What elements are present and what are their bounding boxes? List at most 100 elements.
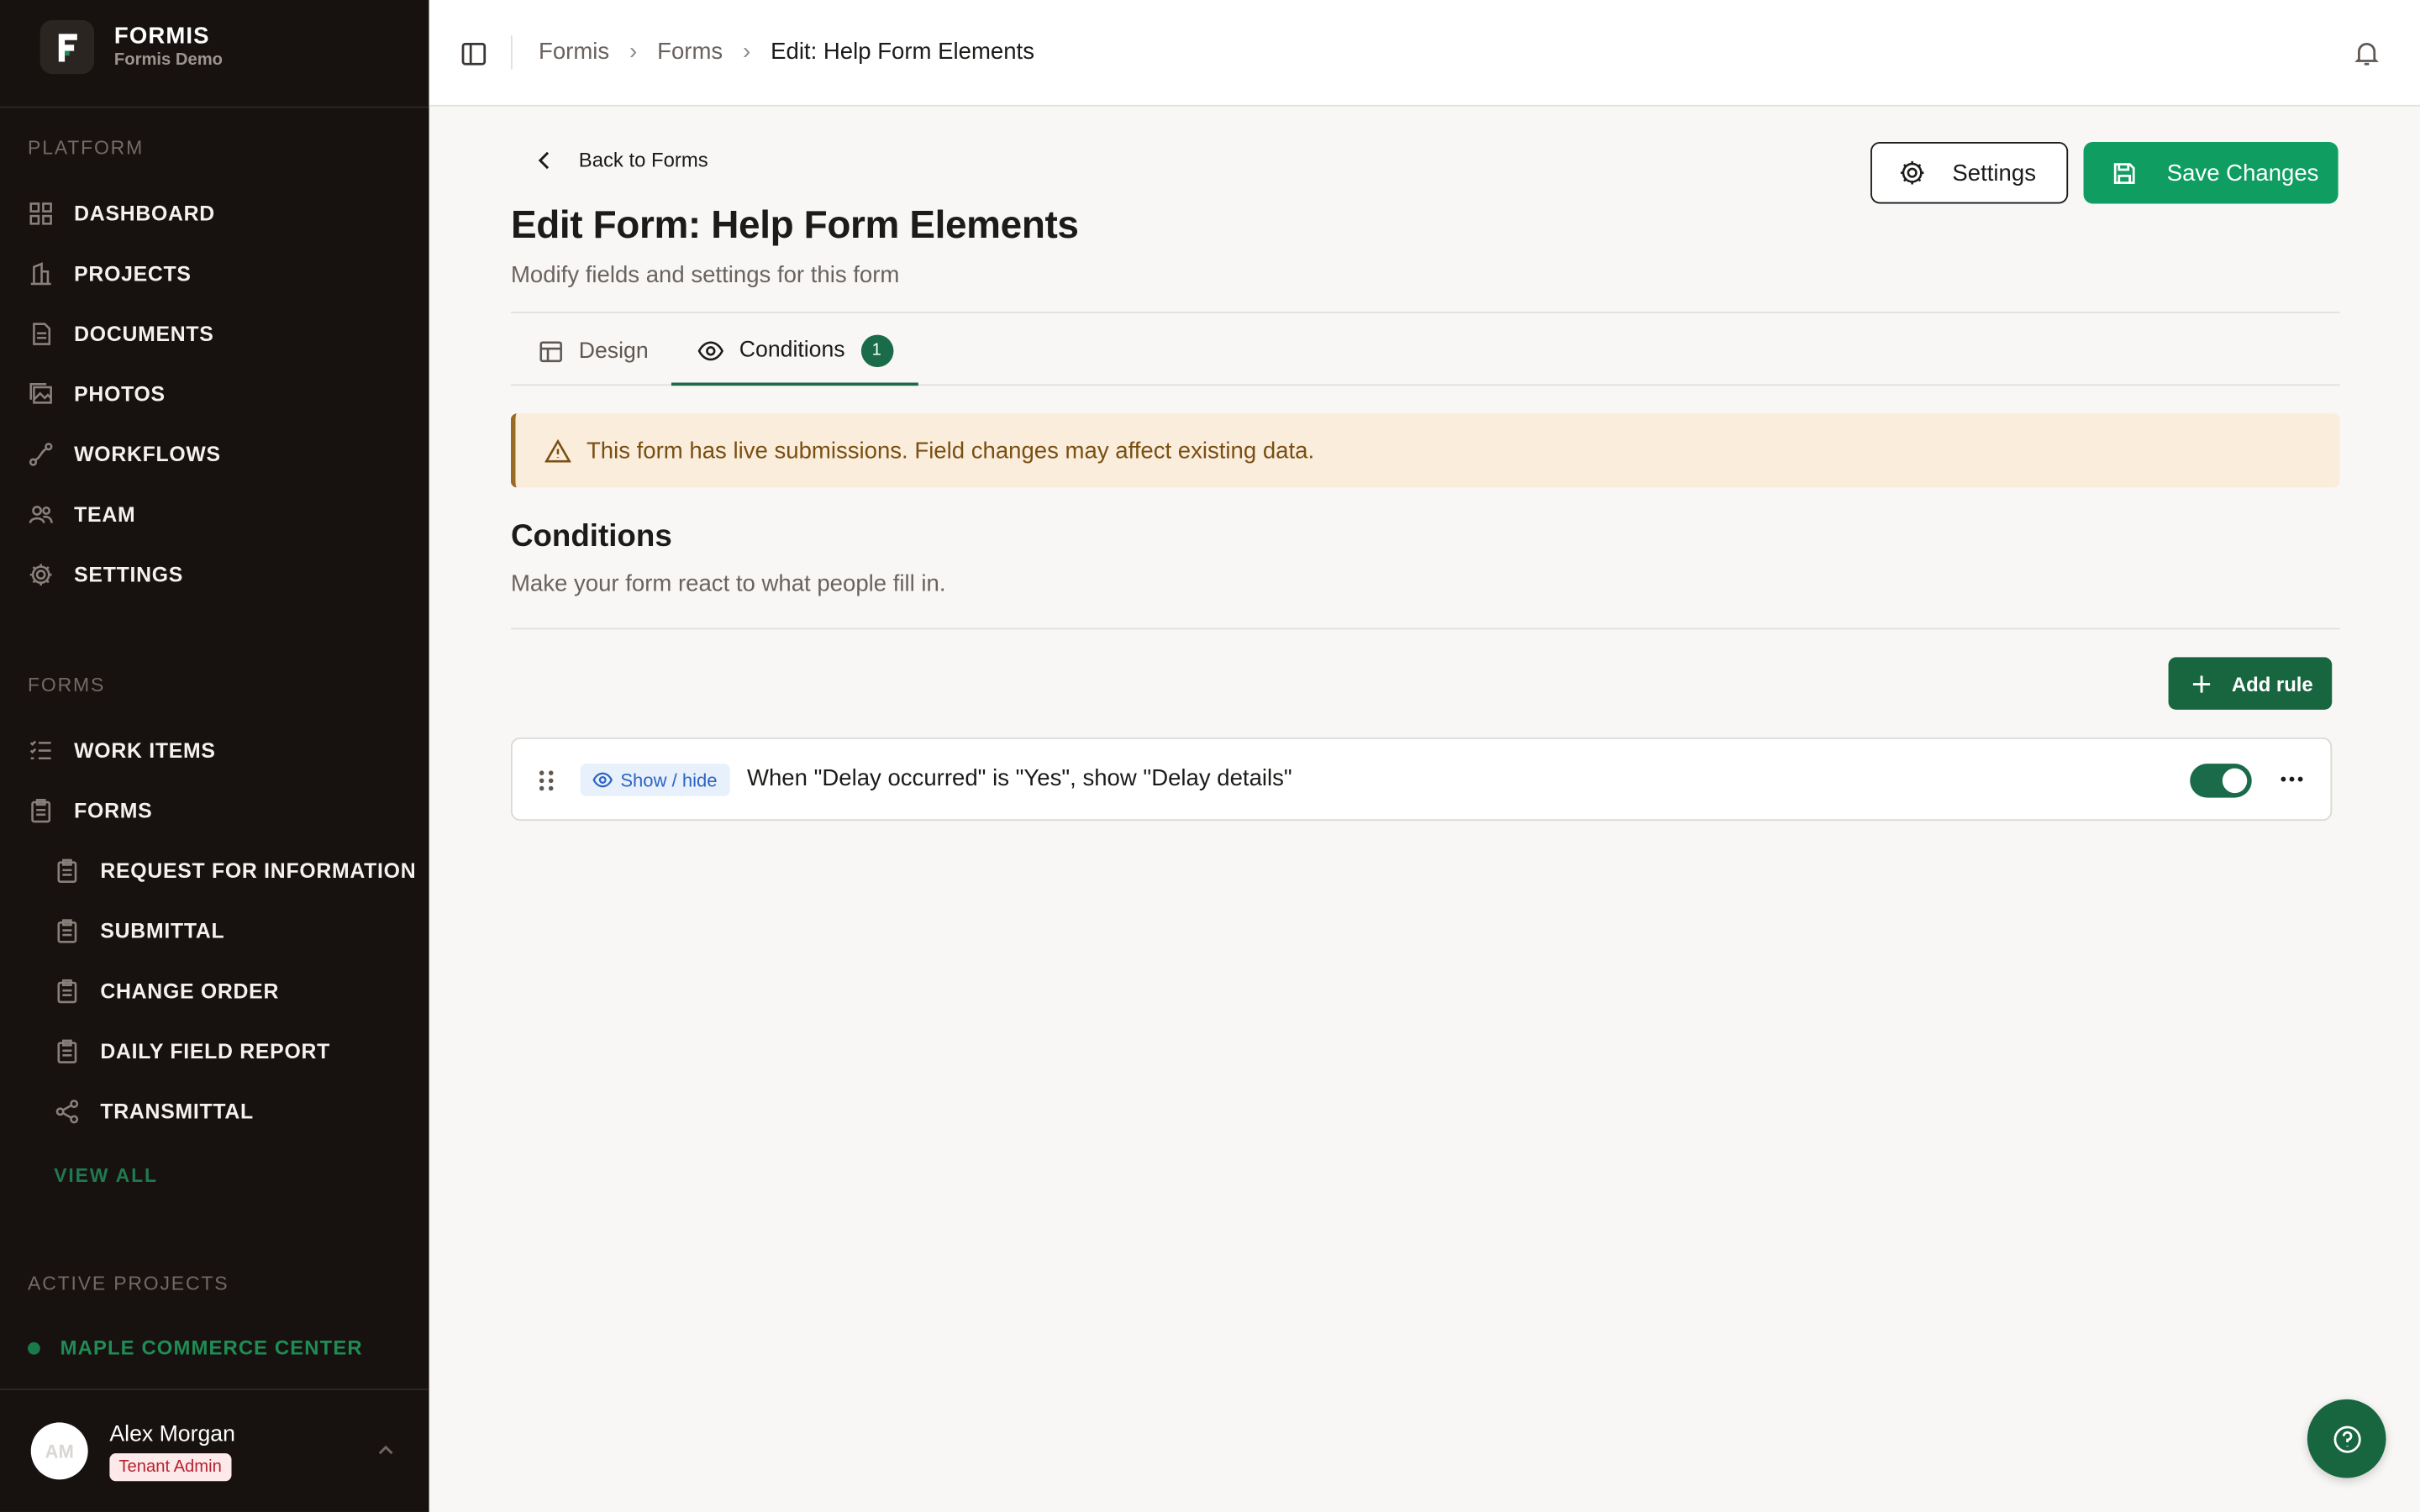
sidebar-item-workflows[interactable]: WORKFLOWS: [28, 441, 221, 467]
brand[interactable]: FORMIS Formis Demo: [39, 19, 224, 75]
add-rule-label: Add rule: [2231, 671, 2313, 696]
eye-icon: [697, 340, 724, 360]
breadcrumb-forms[interactable]: Forms: [657, 39, 723, 65]
save-icon: [2113, 162, 2135, 184]
drag-handle-icon[interactable]: [535, 769, 557, 793]
condition-rule-card[interactable]: Show / hide When "Delay occurred" is "Ye…: [510, 737, 2333, 822]
chevron-right-icon: ›: [629, 38, 638, 66]
conditions-heading: Conditions: [510, 519, 672, 554]
sidebar-item-dashboard[interactable]: DASHBOARD: [28, 201, 215, 227]
gear-icon: [1900, 160, 1924, 185]
sidebar: FORMIS Formis Demo PLATFORM DASHBOARD PR…: [0, 0, 429, 1512]
divider: [510, 312, 2340, 313]
sidebar-item-label: REQUEST FOR INFORMATION: [100, 859, 417, 883]
clipboard-icon: [57, 1039, 77, 1063]
sidebar-item-work-items[interactable]: WORK ITEMS: [28, 738, 216, 764]
tab-label: Conditions: [739, 338, 845, 363]
settings-button[interactable]: Settings: [1870, 141, 2069, 204]
sidebar-subitem-daily-field-report[interactable]: DAILY FIELD REPORT: [54, 1038, 330, 1064]
plus-icon: [2192, 675, 2211, 692]
sidebar-divider: [0, 106, 429, 108]
sidebar-item-label: SUBMITTAL: [100, 919, 225, 943]
brand-subtitle: Formis Demo: [113, 50, 224, 70]
team-icon: [29, 506, 53, 524]
sidebar-item-label: WORKFLOWS: [74, 443, 221, 466]
sidebar-item-photos[interactable]: PHOTOS: [28, 381, 166, 407]
grid-icon: [29, 202, 52, 225]
toggle-knob: [2222, 768, 2248, 794]
view-all-link[interactable]: VIEW ALL: [54, 1165, 158, 1187]
save-button-label: Save Changes: [2166, 160, 2319, 186]
user-divider: [0, 1389, 429, 1390]
sidebar-item-label: TEAM: [74, 502, 136, 527]
live-submissions-alert: This form has live submissions. Field ch…: [510, 413, 2340, 488]
bell-icon[interactable]: [2352, 39, 2381, 68]
sidebar-subitem-submittal[interactable]: SUBMITTAL: [54, 918, 224, 944]
formis-logo-icon: [57, 33, 76, 61]
sidebar-item-label: WORK ITEMS: [74, 738, 216, 763]
add-rule-button[interactable]: Add rule: [2168, 657, 2333, 710]
more-horizontal-icon[interactable]: [2278, 765, 2306, 793]
sidebar-toggle-icon[interactable]: [460, 40, 487, 68]
project-label: MAPLE COMMERCE CENTER: [60, 1336, 363, 1360]
brand-name: FORMIS: [113, 23, 210, 50]
rule-type-badge: Show / hide: [580, 764, 730, 796]
role-badge: Tenant Admin: [109, 1453, 231, 1482]
sidebar-item-projects[interactable]: PROJECTS: [28, 260, 192, 286]
chevron-left-icon: [538, 150, 550, 169]
breadcrumb: Formis › Forms › Edit: Help Form Element…: [539, 39, 1034, 65]
sidebar-item-label: DASHBOARD: [74, 202, 215, 226]
topbar-separator: [510, 35, 513, 70]
sidebar-item-label: DAILY FIELD REPORT: [100, 1039, 331, 1063]
rule-description: When "Delay occurred" is "Yes", show "De…: [746, 765, 1292, 792]
tabs: Design Conditions 1: [510, 318, 2340, 386]
settings-button-label: Settings: [1952, 160, 2036, 186]
conditions-subtitle: Make your form react to what people fill…: [510, 570, 946, 597]
section-title-forms: FORMS: [28, 674, 106, 696]
rule-enabled-toggle[interactable]: [2190, 764, 2252, 798]
gear-icon: [29, 564, 52, 586]
sidebar-item-label: PHOTOS: [74, 382, 166, 407]
sidebar-subitem-change-order[interactable]: CHANGE ORDER: [54, 978, 279, 1004]
user-menu[interactable]: AM Alex Morgan Tenant Admin: [30, 1421, 409, 1482]
rule-type-label: Show / hide: [620, 769, 718, 791]
sidebar-item-label: DOCUMENTS: [74, 322, 214, 346]
project-status-dot: [28, 1341, 40, 1354]
sidebar-item-label: SETTINGS: [74, 563, 184, 586]
chevron-up-icon[interactable]: [375, 1440, 397, 1462]
clipboard-icon: [57, 919, 77, 943]
alert-text: This form has live submissions. Field ch…: [586, 437, 1315, 464]
chevron-right-icon: ›: [743, 38, 751, 66]
topbar: Formis › Forms › Edit: Help Form Element…: [429, 0, 2420, 107]
sidebar-item-documents[interactable]: DOCUMENTS: [28, 321, 214, 347]
checklist-icon: [29, 740, 51, 760]
warning-icon: [544, 438, 571, 462]
tab-design[interactable]: Design: [539, 318, 649, 386]
active-project-item[interactable]: MAPLE COMMERCE CENTER: [28, 1336, 363, 1360]
help-button[interactable]: [2307, 1399, 2386, 1478]
help-icon: [2333, 1425, 2360, 1452]
clipboard-icon: [31, 799, 51, 823]
save-changes-button[interactable]: Save Changes: [2083, 141, 2338, 204]
sidebar-subitem-rfi[interactable]: REQUEST FOR INFORMATION: [54, 858, 416, 884]
back-link-label: Back to Forms: [578, 148, 708, 171]
section-title-platform: PLATFORM: [28, 137, 145, 160]
clipboard-icon: [57, 979, 77, 1004]
sidebar-item-label: TRANSMITTAL: [100, 1100, 254, 1124]
breadcrumb-formis[interactable]: Formis: [539, 39, 609, 65]
tab-conditions[interactable]: Conditions 1: [671, 318, 918, 386]
sidebar-subitem-transmittal[interactable]: TRANSMITTAL: [54, 1099, 254, 1125]
workflow-icon: [29, 443, 53, 466]
sidebar-item-forms[interactable]: FORMS: [28, 798, 152, 824]
document-icon: [33, 323, 51, 345]
clipboard-icon: [57, 858, 77, 883]
sidebar-item-label: CHANGE ORDER: [100, 979, 280, 1003]
sidebar-item-label: PROJECTS: [74, 262, 192, 286]
user-name: Alex Morgan: [109, 1422, 235, 1447]
sidebar-item-team[interactable]: TEAM: [28, 501, 135, 528]
back-to-forms-link[interactable]: Back to Forms: [535, 148, 708, 171]
breadcrumb-current: Edit: Help Form Elements: [771, 38, 1034, 66]
photos-icon: [29, 383, 52, 404]
sidebar-item-settings[interactable]: SETTINGS: [28, 562, 183, 588]
sidebar-item-label: FORMS: [74, 799, 153, 822]
